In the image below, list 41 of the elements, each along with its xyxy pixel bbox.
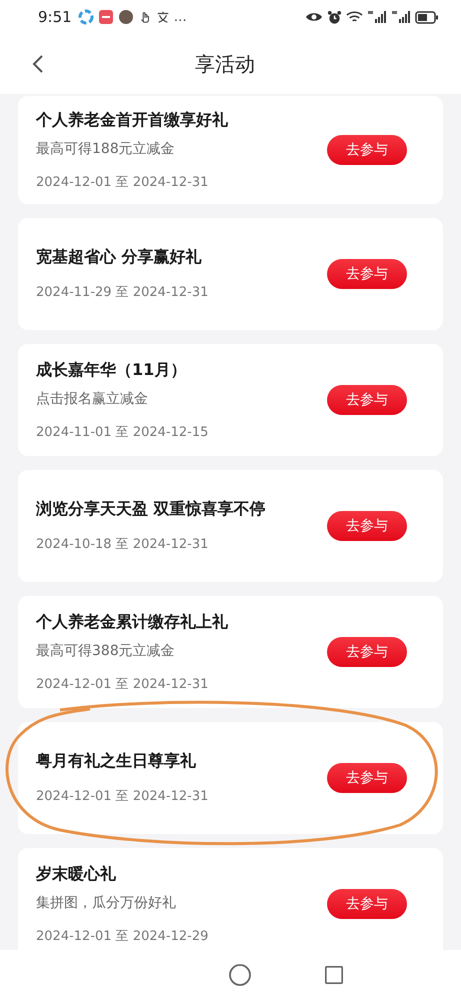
activity-title: 粤月有礼之生日尊享礼 [36,751,197,772]
activity-title: 岁末暖心礼 [36,864,117,884]
join-button[interactable]: 去参与 [327,511,407,541]
join-button[interactable]: 去参与 [327,135,407,165]
join-button[interactable]: 去参与 [327,889,407,919]
activity-dates: 2024-12-01 至 2024-12-31 [36,676,210,692]
activity-dates: 2024-11-01 至 2024-12-15 [36,424,210,440]
more-notifications: … [174,10,187,24]
activity-title: 宽基超省心 分享赢好礼 [36,247,203,268]
activity-dates: 2024-12-01 至 2024-12-31 [36,788,210,805]
activity-dates: 2024-10-18 至 2024-12-31 [36,536,210,553]
activity-dates: 2024-12-01 至 2024-12-31 [36,174,210,190]
activity-dates: 2024-12-01 至 2024-12-29 [36,928,210,944]
signal-icon [367,10,387,24]
translate-icon [156,9,170,25]
activity-title: 成长嘉年华（11月） [36,360,188,380]
join-button[interactable]: 去参与 [327,385,407,415]
battery-icon [415,10,439,24]
app-icon [78,9,94,25]
wifi-icon [346,10,363,24]
signal-icon [391,10,411,24]
activity-subtitle: 最高可得388元立减金 [36,642,176,660]
activity-dates: 2024-11-29 至 2024-12-31 [36,284,210,301]
home-icon[interactable] [228,963,252,987]
activity-title: 个人养老金累计缴存礼上礼 [36,612,229,632]
activity-title: 浏览分享天天盈 双重惊喜享不停 [36,499,267,520]
join-button[interactable]: 去参与 [327,763,407,793]
activity-subtitle: 点击报名赢立减金 [36,390,149,408]
avatar-icon [118,9,134,25]
join-button[interactable]: 去参与 [327,259,407,289]
join-button[interactable]: 去参与 [327,637,407,667]
back-icon[interactable] [32,54,44,74]
alarm-icon [327,10,342,24]
page-title: 享活动 [195,50,255,78]
eye-icon [305,11,323,23]
activity-subtitle: 集拼图，瓜分万份好礼 [36,894,177,912]
status-time: 9:51 [38,8,72,26]
recents-icon[interactable] [324,965,344,985]
app-icon [98,9,114,25]
activity-title: 个人养老金首开首缴享好礼 [36,110,229,130]
activity-subtitle: 最高可得188元立减金 [36,140,176,158]
